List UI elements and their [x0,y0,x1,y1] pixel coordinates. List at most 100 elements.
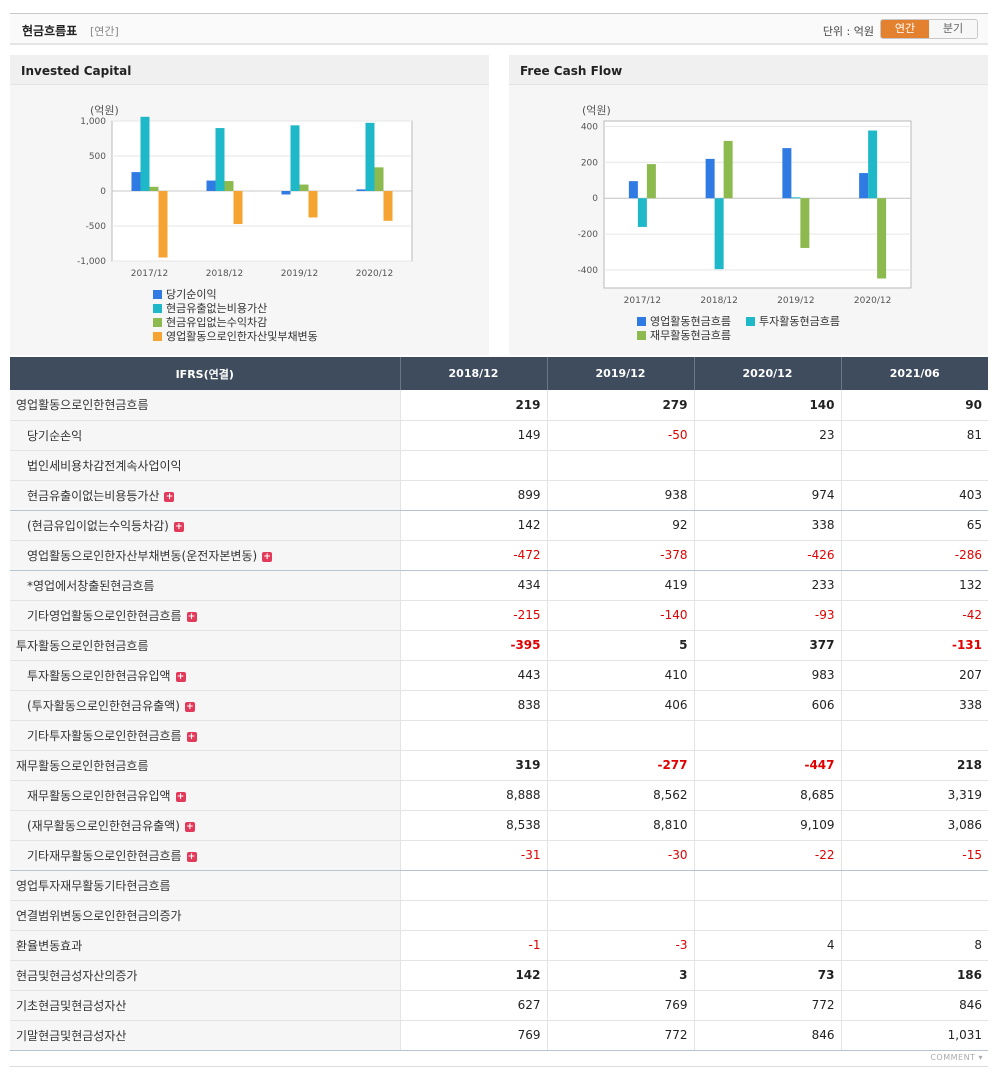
expand-plus-icon[interactable]: + [173,521,184,532]
comment-toggle[interactable]: COMMENT ▾ [930,1053,983,1062]
table-row: 영업활동으로인한현금흐름 219 279 140 90 [10,390,988,421]
legend-swatch [637,317,646,326]
table-row: 투자활동으로인한현금흐름 -395 5 377 -131 [10,630,988,661]
free-cash-flow-chart: (억원) -400 -200 0 200 400 2017/12 2018/12 2019/12… [578,104,912,342]
bar [705,158,715,199]
table-row: 재무활동으로인한현금유입액 +8,888 8,562 8,685 3,319 [10,780,988,811]
table-cell: 606 [693,690,841,721]
table-cell: 403 [840,480,988,511]
table-cell: 627 [399,990,547,1021]
bar [158,191,168,258]
row-label: 법인세비용차감전계속사업이익 [10,450,400,481]
row-label: 기타재무활동으로인한현금흐름 + [10,840,400,871]
bar [868,130,878,199]
row-label-text: 영업투자재무활동기타현금흐름 [16,878,171,893]
row-label: 환율변동효과 [10,930,400,961]
unit-label: 단위 : 억원 [822,25,874,38]
row-label-text: 기타투자활동으로인한현금흐름 [27,728,182,743]
expand-plus-icon[interactable]: + [186,851,197,862]
expand-plus-icon[interactable]: + [184,701,195,712]
legend-label: 현금유출없는비용가산 [166,302,267,315]
table-header-row: IFRS(연결) 2018/12 2019/12 2020/12 2021/06 [10,357,988,390]
bar [233,191,243,225]
y-tick-label: -500 [86,222,107,232]
table-cell [399,900,547,931]
table-cell: 406 [546,690,694,721]
y-tick-label: -1,000 [77,257,106,267]
row-label-text: 기타영업활동으로인한현금흐름 [27,608,182,623]
bar [374,167,384,191]
table-cell: -426 [693,540,841,571]
table-cell [693,450,841,481]
bar [299,184,309,191]
row-label: (재무활동으로인한현금유출액) + [10,810,400,841]
table-cell: -93 [693,600,841,631]
bar [383,191,393,221]
table-cell: 65 [840,510,988,541]
table-cell [693,720,841,751]
y-unit-label: (억원) [582,104,611,117]
y-tick-label: 0 [592,194,598,204]
table-row: 기타투자활동으로인한현금흐름 + [10,720,988,751]
table-cell [399,720,547,751]
row-label-text: 현금유출이없는비용등가산 [27,488,160,503]
bar [800,198,810,248]
table-cell: -50 [546,420,694,451]
expand-plus-icon[interactable]: + [262,551,273,562]
table-cell: 3 [546,960,694,991]
table-row: 기말현금및현금성자산 769 772 846 1,031 [10,1020,988,1051]
table-cell: 233 [693,570,841,601]
table-cell [399,870,547,901]
table-cell: 5 [546,630,694,661]
row-label: 기타영업활동으로인한현금흐름 + [10,600,400,631]
table-cell [546,450,694,481]
legend-swatch [153,318,162,327]
expand-plus-icon[interactable]: + [184,821,195,832]
table-cell: 8,810 [546,810,694,841]
bar [628,181,638,199]
table-cell: -30 [546,840,694,871]
column-header: 2019/12 [546,357,694,390]
row-label: (투자활동으로인한현금유출액) + [10,690,400,721]
row-label: 기말현금및현금성자산 [10,1020,400,1051]
bar [356,189,366,191]
cash-flow-table: IFRS(연결) 2018/12 2019/12 2020/12 2021/06… [10,357,988,1051]
expand-plus-icon[interactable]: + [175,791,186,802]
row-label: 투자활동으로인한현금유입액 + [10,660,400,691]
table-cell: 8,888 [399,780,547,811]
expand-plus-icon[interactable]: + [186,731,197,742]
table-cell: 3,086 [840,810,988,841]
table-cell: 319 [399,750,547,781]
table-cell: 443 [399,660,547,691]
bar [646,164,656,199]
expand-plus-icon[interactable]: + [175,671,186,682]
statement-header: 현금흐름표 [연간] 단위 : 억원 연간 분기 [10,13,988,45]
table-cell: -42 [840,600,988,631]
quarterly-toggle-button[interactable]: 분기 [929,20,977,38]
expand-plus-icon[interactable]: + [164,491,175,502]
column-header: 2018/12 [399,357,547,390]
table-cell [546,870,694,901]
table-cell: 434 [399,570,547,601]
table-cell [840,450,988,481]
table-cell: 8,562 [546,780,694,811]
table-cell: 132 [840,570,988,601]
y-tick-label: 500 [89,152,106,162]
row-label-text: 투자활동으로인한현금유입액 [27,668,171,683]
table-row: (재무활동으로인한현금유출액) +8,538 8,810 9,109 3,086 [10,810,988,841]
row-label-text: (현금유입이없는수익등차감) [27,518,169,533]
table-cell: 419 [546,570,694,601]
table-cell [840,720,988,751]
annual-toggle-button[interactable]: 연간 [881,20,929,38]
table-row: (현금유입이없는수익등차감) +142 92 338 65 [10,510,988,541]
table-row: 당기순손익 149 -50 23 81 [10,420,988,451]
table-row: 재무활동으로인한현금흐름 319 -277 -447 218 [10,750,988,781]
expand-plus-icon[interactable]: + [186,611,197,622]
table-cell: 279 [546,390,694,421]
row-label: 재무활동으로인한현금흐름 [10,750,400,781]
table-cell: 769 [546,990,694,1021]
x-tick-label: 2017/12 [131,269,168,279]
table-cell: 219 [399,390,547,421]
bar [877,198,887,279]
bar [308,191,318,218]
